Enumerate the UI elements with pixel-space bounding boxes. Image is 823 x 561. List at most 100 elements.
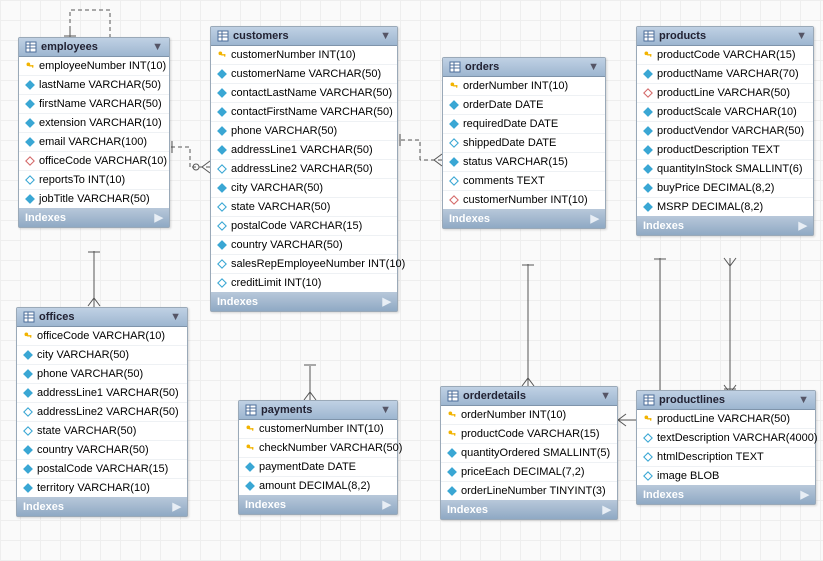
expand-arrow-icon[interactable]: ▶ xyxy=(591,212,599,225)
column-row[interactable]: firstName VARCHAR(50) xyxy=(19,95,169,114)
column-row[interactable]: salesRepEmployeeNumber INT(10) xyxy=(211,255,397,274)
collapse-arrow-icon[interactable]: ▼ xyxy=(380,404,391,416)
indexes-section[interactable]: Indexes▶ xyxy=(19,208,169,227)
entity-orderdetails[interactable]: orderdetails▼orderNumber INT(10)productC… xyxy=(440,386,618,520)
column-row[interactable]: reportsTo INT(10) xyxy=(19,171,169,190)
column-row[interactable]: state VARCHAR(50) xyxy=(211,198,397,217)
column-row[interactable]: creditLimit INT(10) xyxy=(211,274,397,292)
column-row[interactable]: buyPrice DECIMAL(8,2) xyxy=(637,179,813,198)
entity-employees[interactable]: employees▼employeeNumber INT(10)lastName… xyxy=(18,37,170,228)
column-row[interactable]: extension VARCHAR(10) xyxy=(19,114,169,133)
entity-header[interactable]: customers▼ xyxy=(211,27,397,46)
entity-header[interactable]: productlines▼ xyxy=(637,391,815,410)
indexes-section[interactable]: Indexes▶ xyxy=(443,209,605,228)
column-row[interactable]: priceEach DECIMAL(7,2) xyxy=(441,463,617,482)
indexes-section[interactable]: Indexes▶ xyxy=(637,485,815,504)
column-row[interactable]: lastName VARCHAR(50) xyxy=(19,76,169,95)
expand-arrow-icon[interactable]: ▶ xyxy=(383,295,391,308)
collapse-arrow-icon[interactable]: ▼ xyxy=(380,30,391,42)
column-row[interactable]: status VARCHAR(15) xyxy=(443,153,605,172)
column-row[interactable]: productScale VARCHAR(10) xyxy=(637,103,813,122)
expand-arrow-icon[interactable]: ▶ xyxy=(799,219,807,232)
column-row[interactable]: htmlDescription TEXT xyxy=(637,448,815,467)
column-row[interactable]: amount DECIMAL(8,2) xyxy=(239,477,397,495)
column-row[interactable]: MSRP DECIMAL(8,2) xyxy=(637,198,813,216)
column-row[interactable]: customerNumber INT(10) xyxy=(211,46,397,65)
column-row[interactable]: orderNumber INT(10) xyxy=(443,77,605,96)
column-row[interactable]: employeeNumber INT(10) xyxy=(19,57,169,76)
collapse-arrow-icon[interactable]: ▼ xyxy=(152,41,163,53)
entity-header[interactable]: payments▼ xyxy=(239,401,397,420)
entity-products[interactable]: products▼productCode VARCHAR(15)productN… xyxy=(636,26,814,236)
column-row[interactable]: customerNumber INT(10) xyxy=(443,191,605,209)
column-row[interactable]: city VARCHAR(50) xyxy=(17,346,187,365)
expand-arrow-icon[interactable]: ▶ xyxy=(801,488,809,501)
column-row[interactable]: productCode VARCHAR(15) xyxy=(441,425,617,444)
column-row[interactable]: quantityInStock SMALLINT(6) xyxy=(637,160,813,179)
column-row[interactable]: country VARCHAR(50) xyxy=(17,441,187,460)
column-row[interactable]: customerNumber INT(10) xyxy=(239,420,397,439)
expand-arrow-icon[interactable]: ▶ xyxy=(603,503,611,516)
indexes-section[interactable]: Indexes▶ xyxy=(637,216,813,235)
column-row[interactable]: textDescription VARCHAR(4000) xyxy=(637,429,815,448)
collapse-arrow-icon[interactable]: ▼ xyxy=(588,61,599,73)
expand-arrow-icon[interactable]: ▶ xyxy=(155,211,163,224)
entity-payments[interactable]: payments▼customerNumber INT(10)checkNumb… xyxy=(238,400,398,515)
column-row[interactable]: addressLine1 VARCHAR(50) xyxy=(211,141,397,160)
column-row[interactable]: productCode VARCHAR(15) xyxy=(637,46,813,65)
column-row[interactable]: country VARCHAR(50) xyxy=(211,236,397,255)
collapse-arrow-icon[interactable]: ▼ xyxy=(600,390,611,402)
collapse-arrow-icon[interactable]: ▼ xyxy=(170,311,181,323)
entity-header[interactable]: offices▼ xyxy=(17,308,187,327)
column-row[interactable]: paymentDate DATE xyxy=(239,458,397,477)
column-row[interactable]: image BLOB xyxy=(637,467,815,485)
column-row[interactable]: phone VARCHAR(50) xyxy=(17,365,187,384)
column-row[interactable]: customerName VARCHAR(50) xyxy=(211,65,397,84)
expand-arrow-icon[interactable]: ▶ xyxy=(173,500,181,513)
column-row[interactable]: addressLine2 VARCHAR(50) xyxy=(17,403,187,422)
entity-header[interactable]: orders▼ xyxy=(443,58,605,77)
column-row[interactable]: territory VARCHAR(10) xyxy=(17,479,187,497)
entity-header[interactable]: employees▼ xyxy=(19,38,169,57)
column-row[interactable]: productLine VARCHAR(50) xyxy=(637,410,815,429)
indexes-section[interactable]: Indexes▶ xyxy=(239,495,397,514)
column-row[interactable]: officeCode VARCHAR(10) xyxy=(19,152,169,171)
column-row[interactable]: shippedDate DATE xyxy=(443,134,605,153)
entity-orders[interactable]: orders▼orderNumber INT(10)orderDate DATE… xyxy=(442,57,606,229)
collapse-arrow-icon[interactable]: ▼ xyxy=(798,394,809,406)
column-row[interactable]: quantityOrdered SMALLINT(5) xyxy=(441,444,617,463)
column-row[interactable]: checkNumber VARCHAR(50) xyxy=(239,439,397,458)
column-row[interactable]: email VARCHAR(100) xyxy=(19,133,169,152)
column-row[interactable]: productName VARCHAR(70) xyxy=(637,65,813,84)
column-row[interactable]: productDescription TEXT xyxy=(637,141,813,160)
column-row[interactable]: contactLastName VARCHAR(50) xyxy=(211,84,397,103)
column-row[interactable]: comments TEXT xyxy=(443,172,605,191)
column-row[interactable]: city VARCHAR(50) xyxy=(211,179,397,198)
entity-customers[interactable]: customers▼customerNumber INT(10)customer… xyxy=(210,26,398,312)
column-row[interactable]: productVendor VARCHAR(50) xyxy=(637,122,813,141)
column-row[interactable]: state VARCHAR(50) xyxy=(17,422,187,441)
column-row[interactable]: requiredDate DATE xyxy=(443,115,605,134)
indexes-section[interactable]: Indexes▶ xyxy=(211,292,397,311)
entity-header[interactable]: products▼ xyxy=(637,27,813,46)
column-row[interactable]: orderLineNumber TINYINT(3) xyxy=(441,482,617,500)
collapse-arrow-icon[interactable]: ▼ xyxy=(796,30,807,42)
column-row[interactable]: orderDate DATE xyxy=(443,96,605,115)
column-row[interactable]: phone VARCHAR(50) xyxy=(211,122,397,141)
expand-arrow-icon[interactable]: ▶ xyxy=(383,498,391,511)
entity-offices[interactable]: offices▼officeCode VARCHAR(10)city VARCH… xyxy=(16,307,188,517)
column-row[interactable]: postalCode VARCHAR(15) xyxy=(211,217,397,236)
column-text: productDescription TEXT xyxy=(657,144,780,156)
column-row[interactable]: orderNumber INT(10) xyxy=(441,406,617,425)
column-row[interactable]: addressLine2 VARCHAR(50) xyxy=(211,160,397,179)
entity-header[interactable]: orderdetails▼ xyxy=(441,387,617,406)
column-row[interactable]: postalCode VARCHAR(15) xyxy=(17,460,187,479)
column-row[interactable]: addressLine1 VARCHAR(50) xyxy=(17,384,187,403)
column-row[interactable]: productLine VARCHAR(50) xyxy=(637,84,813,103)
indexes-section[interactable]: Indexes▶ xyxy=(441,500,617,519)
indexes-section[interactable]: Indexes▶ xyxy=(17,497,187,516)
entity-productlines[interactable]: productlines▼productLine VARCHAR(50)text… xyxy=(636,390,816,505)
column-row[interactable]: officeCode VARCHAR(10) xyxy=(17,327,187,346)
column-row[interactable]: jobTitle VARCHAR(50) xyxy=(19,190,169,208)
column-row[interactable]: contactFirstName VARCHAR(50) xyxy=(211,103,397,122)
